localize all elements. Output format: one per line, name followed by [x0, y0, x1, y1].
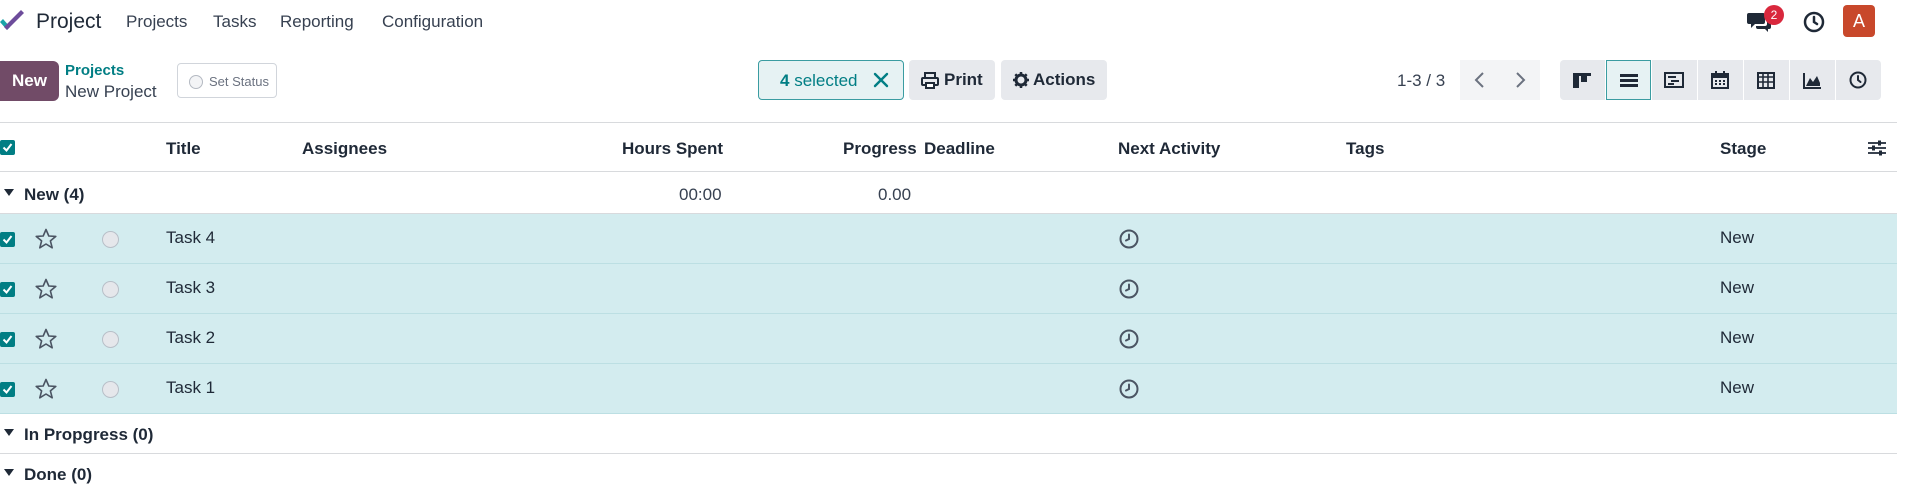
- task-title: Task 2: [166, 328, 216, 347]
- chevron-left-icon: [1474, 72, 1484, 88]
- pivot-table-icon: [1757, 72, 1775, 89]
- area-chart-icon: [1803, 73, 1821, 89]
- activity-clock-icon[interactable]: [1118, 278, 1140, 300]
- activity-clock-icon[interactable]: [1118, 378, 1140, 400]
- top-navbar: Project Projects Tasks Reporting Configu…: [0, 0, 1907, 44]
- kanban-view-button[interactable]: [1560, 60, 1605, 100]
- selected-suffix: selected: [789, 71, 858, 90]
- task-stage: New: [1720, 328, 1755, 347]
- checkmark-icon: [2, 143, 13, 153]
- activity-clock-icon[interactable]: [1802, 10, 1826, 34]
- gantt-icon: [1664, 72, 1684, 88]
- row-checkbox[interactable]: [0, 232, 15, 247]
- kanban-icon: [1573, 73, 1591, 88]
- column-title[interactable]: Title: [166, 139, 201, 159]
- menu-projects[interactable]: Projects: [126, 12, 187, 32]
- select-all-checkbox[interactable]: [0, 140, 15, 155]
- menu-reporting[interactable]: Reporting: [280, 12, 354, 32]
- selection-indicator: 4 selected: [758, 60, 904, 100]
- column-progress[interactable]: Progress: [843, 139, 917, 159]
- kanban-state-icon[interactable]: [102, 281, 119, 298]
- group-hours-total: 00:00: [679, 185, 722, 204]
- actions-button[interactable]: Actions: [1001, 60, 1107, 100]
- chat-count-badge: 2: [1764, 5, 1784, 25]
- activity-clock-icon[interactable]: [1118, 228, 1140, 250]
- table-row[interactable]: Task 2 New: [0, 314, 1897, 364]
- menu-configuration[interactable]: Configuration: [382, 12, 483, 32]
- column-hours-spent[interactable]: Hours Spent: [622, 139, 723, 159]
- star-icon[interactable]: [34, 377, 58, 401]
- activity-view-button[interactable]: [1836, 60, 1881, 100]
- pager-previous-button[interactable]: [1460, 60, 1500, 100]
- table-row[interactable]: Task 3 New: [0, 264, 1897, 314]
- new-button[interactable]: New: [0, 61, 59, 101]
- pivot-view-button[interactable]: [1744, 60, 1789, 100]
- task-title: Task 4: [166, 228, 216, 247]
- printer-icon: [921, 72, 939, 89]
- gantt-view-button[interactable]: [1652, 60, 1697, 100]
- list-view-button[interactable]: [1606, 60, 1651, 100]
- kanban-state-icon[interactable]: [102, 331, 119, 348]
- set-status-button[interactable]: Set Status: [177, 63, 277, 98]
- column-tags[interactable]: Tags: [1346, 139, 1384, 159]
- group-label: In Propgress (0): [24, 425, 154, 444]
- list-header: Title Assignees Hours Spent Progress Dea…: [0, 122, 1897, 172]
- calendar-icon: [1711, 71, 1729, 89]
- star-icon[interactable]: [34, 227, 58, 251]
- actions-label: Actions: [1033, 70, 1096, 89]
- chevron-right-icon: [1516, 72, 1526, 88]
- task-stage: New: [1720, 228, 1755, 247]
- row-checkbox[interactable]: [0, 282, 15, 297]
- status-circle-icon: [189, 75, 203, 89]
- task-title: Task 3: [166, 278, 216, 297]
- group-row-done[interactable]: Done (0): [0, 454, 1897, 492]
- pager-next-button[interactable]: [1500, 60, 1540, 100]
- calendar-view-button[interactable]: [1698, 60, 1743, 100]
- task-stage: New: [1720, 378, 1755, 397]
- kanban-state-icon[interactable]: [102, 381, 119, 398]
- table-row[interactable]: Task 4 New: [0, 214, 1897, 264]
- checkmark-icon: [2, 285, 13, 295]
- user-avatar[interactable]: A: [1843, 5, 1875, 37]
- row-checkbox[interactable]: [0, 332, 15, 347]
- app-title[interactable]: Project: [36, 10, 101, 34]
- kanban-state-icon[interactable]: [102, 231, 119, 248]
- row-checkbox[interactable]: [0, 382, 15, 397]
- task-stage: New: [1720, 278, 1755, 297]
- graph-view-button[interactable]: [1790, 60, 1835, 100]
- caret-down-icon: [4, 469, 14, 476]
- clock-icon: [1849, 71, 1867, 89]
- column-assignees[interactable]: Assignees: [302, 139, 387, 159]
- activity-clock-icon[interactable]: [1118, 328, 1140, 350]
- list-icon: [1620, 74, 1638, 87]
- group-progress-total: 0.00: [878, 185, 912, 204]
- project-app-icon[interactable]: [0, 10, 24, 34]
- checkmark-icon: [2, 385, 13, 395]
- table-row[interactable]: Task 1 New: [0, 364, 1897, 414]
- menu-tasks[interactable]: Tasks: [213, 12, 256, 32]
- star-icon[interactable]: [34, 327, 58, 351]
- optional-columns-icon[interactable]: [1866, 137, 1888, 159]
- caret-down-icon: [4, 189, 14, 196]
- group-row-new[interactable]: New (4) 00:00 0.00: [0, 174, 1897, 214]
- column-deadline[interactable]: Deadline: [924, 139, 995, 159]
- star-icon[interactable]: [34, 277, 58, 301]
- caret-down-icon: [4, 429, 14, 436]
- group-label: New (4): [24, 185, 85, 204]
- breadcrumb-projects-link[interactable]: Projects: [65, 62, 124, 79]
- checkmark-icon: [2, 335, 13, 345]
- print-button[interactable]: Print: [909, 60, 995, 100]
- unselect-all-icon[interactable]: [872, 71, 890, 89]
- group-row-in-progress[interactable]: In Propgress (0): [0, 414, 1897, 454]
- gear-icon: [1013, 72, 1029, 88]
- task-title: Task 1: [166, 378, 216, 397]
- column-stage[interactable]: Stage: [1720, 139, 1766, 159]
- checkmark-icon: [2, 235, 13, 245]
- pager-value[interactable]: 1-3 / 3: [1397, 71, 1445, 91]
- group-label: Done (0): [24, 465, 92, 484]
- set-status-label: Set Status: [209, 74, 269, 89]
- column-next-activity[interactable]: Next Activity: [1118, 139, 1220, 159]
- print-label: Print: [944, 70, 983, 89]
- breadcrumb-current: New Project: [65, 82, 157, 101]
